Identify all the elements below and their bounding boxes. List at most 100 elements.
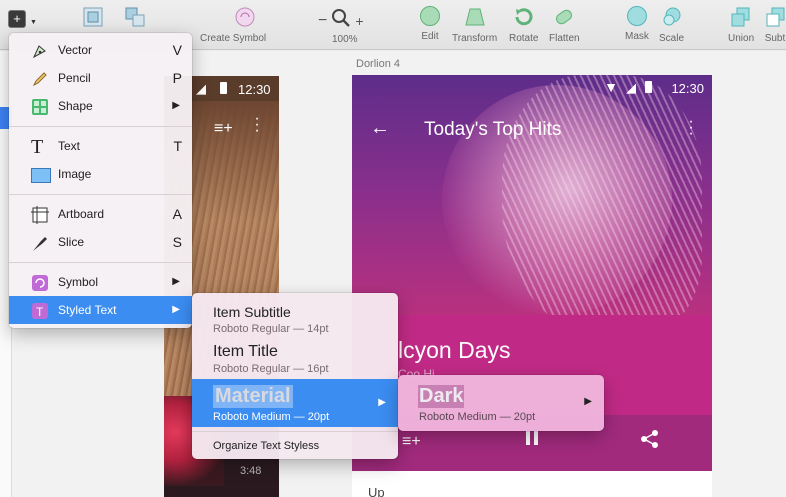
menu-separator xyxy=(192,431,398,432)
magnifier-icon xyxy=(331,8,351,33)
zoom-control: − + xyxy=(318,8,364,33)
transform-icon xyxy=(464,6,486,28)
flatten-button[interactable]: Flatten xyxy=(549,6,580,44)
styled-text-submenu: Item Subtitle Roboto Regular — 14pt Item… xyxy=(192,293,398,459)
menu-item-vector[interactable]: Vector V xyxy=(9,36,192,64)
ungroup-icon xyxy=(124,6,146,28)
style-item-dark[interactable]: Dark Roboto Medium — 20pt ▶ xyxy=(398,375,604,431)
playlist-title: Today's Top Hits xyxy=(424,119,562,140)
menu-item-label: Pencil xyxy=(58,71,91,85)
flatten-icon xyxy=(553,6,575,28)
edit-label: Edit xyxy=(421,31,439,42)
shortcut-key: V xyxy=(172,42,182,58)
pencil-icon xyxy=(31,70,49,88)
plus-icon: + xyxy=(8,10,26,28)
menu-item-symbol[interactable]: Symbol ▶ xyxy=(9,268,192,296)
submenu-arrow-icon: ▶ xyxy=(172,276,180,287)
transform-button[interactable]: Transform xyxy=(452,6,497,44)
image-icon xyxy=(31,166,51,184)
scale-label: Scale xyxy=(659,33,685,44)
style-name: Item Subtitle xyxy=(213,304,291,320)
zoom-out-button[interactable]: − xyxy=(318,12,327,30)
material-submenu: Dark Roboto Medium — 20pt ▶ xyxy=(398,375,604,431)
add-to-playlist-icon[interactable]: ≡+ xyxy=(214,120,233,138)
menu-item-artboard[interactable]: Artboard A xyxy=(9,200,192,228)
menu-item-label: Text xyxy=(58,139,81,153)
union-label: Union xyxy=(728,33,755,44)
shortcut-key: P xyxy=(172,70,182,86)
menu-item-image[interactable]: Image xyxy=(9,160,192,188)
style-description: Roboto Medium — 20pt xyxy=(419,411,536,423)
create-symbol-button[interactable]: Create Symbol xyxy=(200,6,266,44)
back-arrow-icon[interactable]: ← xyxy=(370,117,390,140)
edit-icon xyxy=(420,6,440,26)
menu-item-pencil[interactable]: Pencil P xyxy=(9,64,192,92)
group-icon xyxy=(82,6,104,28)
menu-separator xyxy=(9,194,192,195)
submenu-arrow-icon: ▶ xyxy=(172,304,180,315)
style-item-subtitle[interactable]: Item Subtitle Roboto Regular — 14pt xyxy=(192,299,398,339)
portrait-hair xyxy=(502,75,702,335)
status-bar: ▼ ◢ 12:30 xyxy=(352,75,712,100)
add-to-playlist-icon[interactable]: ≡+ xyxy=(402,433,421,451)
organize-text-styles-item[interactable]: Organize Text Styless xyxy=(192,435,398,455)
shortcut-key: T xyxy=(173,138,182,154)
rotate-icon xyxy=(513,6,535,28)
style-description: Roboto Medium — 20pt xyxy=(213,411,330,423)
shortcut-key: S xyxy=(172,234,182,250)
signal-icon: ◢ xyxy=(626,80,636,95)
organize-label: Organize Text Styless xyxy=(213,440,320,452)
menu-separator xyxy=(9,126,192,127)
menu-item-slice[interactable]: Slice S xyxy=(9,228,192,256)
rotate-button[interactable]: Rotate xyxy=(509,6,538,44)
transform-label: Transform xyxy=(452,33,498,44)
menu-item-label: Symbol xyxy=(58,275,99,289)
insert-button[interactable]: + ▼ xyxy=(8,10,37,30)
pause-icon[interactable] xyxy=(524,429,540,453)
battery-icon xyxy=(645,81,652,93)
ungroup-button[interactable] xyxy=(124,6,146,28)
submenu-arrow-icon: ▶ xyxy=(172,100,180,111)
share-icon[interactable] xyxy=(640,429,660,455)
text-icon: T xyxy=(31,136,44,158)
style-item-title[interactable]: Item Title Roboto Regular — 16pt xyxy=(192,339,398,379)
menu-separator xyxy=(9,262,192,263)
song-title: lcyon Days xyxy=(398,337,511,363)
style-item-material[interactable]: Material Roboto Medium — 20pt ▶ xyxy=(192,379,398,427)
artboard-label[interactable]: Dorlion 4 xyxy=(356,58,400,70)
menu-item-text[interactable]: T Text T xyxy=(9,132,192,160)
style-name: Item Title xyxy=(213,343,278,360)
rotate-label: Rotate xyxy=(509,33,539,44)
battery-icon xyxy=(220,82,227,94)
union-button[interactable]: Union xyxy=(728,6,754,44)
symbol-icon xyxy=(31,274,49,292)
signal-icon: ◢ xyxy=(196,81,206,96)
scale-button[interactable]: Scale xyxy=(659,6,684,44)
mask-button[interactable]: Mask xyxy=(625,6,649,42)
insert-menu: Vector V Pencil P Shape ▶ T Text T Image… xyxy=(9,33,192,328)
shape-icon xyxy=(31,98,49,116)
menu-item-styled-text[interactable]: T Styled Text ▶ xyxy=(9,296,192,324)
style-name: Dark xyxy=(418,385,465,408)
menu-item-label: Artboard xyxy=(58,207,105,221)
edit-button[interactable]: Edit xyxy=(420,6,440,42)
zoom-in-button[interactable]: + xyxy=(355,13,363,29)
menu-item-label: Image xyxy=(58,167,92,181)
shortcut-key: A xyxy=(172,206,182,222)
more-icon[interactable]: · · · xyxy=(254,111,260,139)
menu-item-shape[interactable]: Shape ▶ xyxy=(9,92,192,120)
group-button[interactable] xyxy=(82,6,104,28)
menu-item-label: Vector xyxy=(58,43,93,57)
subtract-button[interactable]: Subt xyxy=(764,6,786,44)
style-description: Roboto Regular — 14pt xyxy=(213,323,329,335)
styled-text-icon: T xyxy=(31,302,49,320)
symbol-icon xyxy=(234,6,256,28)
up-next-label: Up xyxy=(368,485,385,497)
zoom-level: 100% xyxy=(332,34,358,45)
more-icon[interactable]: · · · xyxy=(688,114,694,142)
slice-icon xyxy=(31,234,49,252)
scale-icon xyxy=(661,6,683,28)
mask-icon xyxy=(626,6,647,26)
subtract-label: Subt xyxy=(764,33,786,44)
right-artboard[interactable]: ▼ ◢ 12:30 ← Today's Top Hits · · · lcyon D… xyxy=(352,75,712,497)
